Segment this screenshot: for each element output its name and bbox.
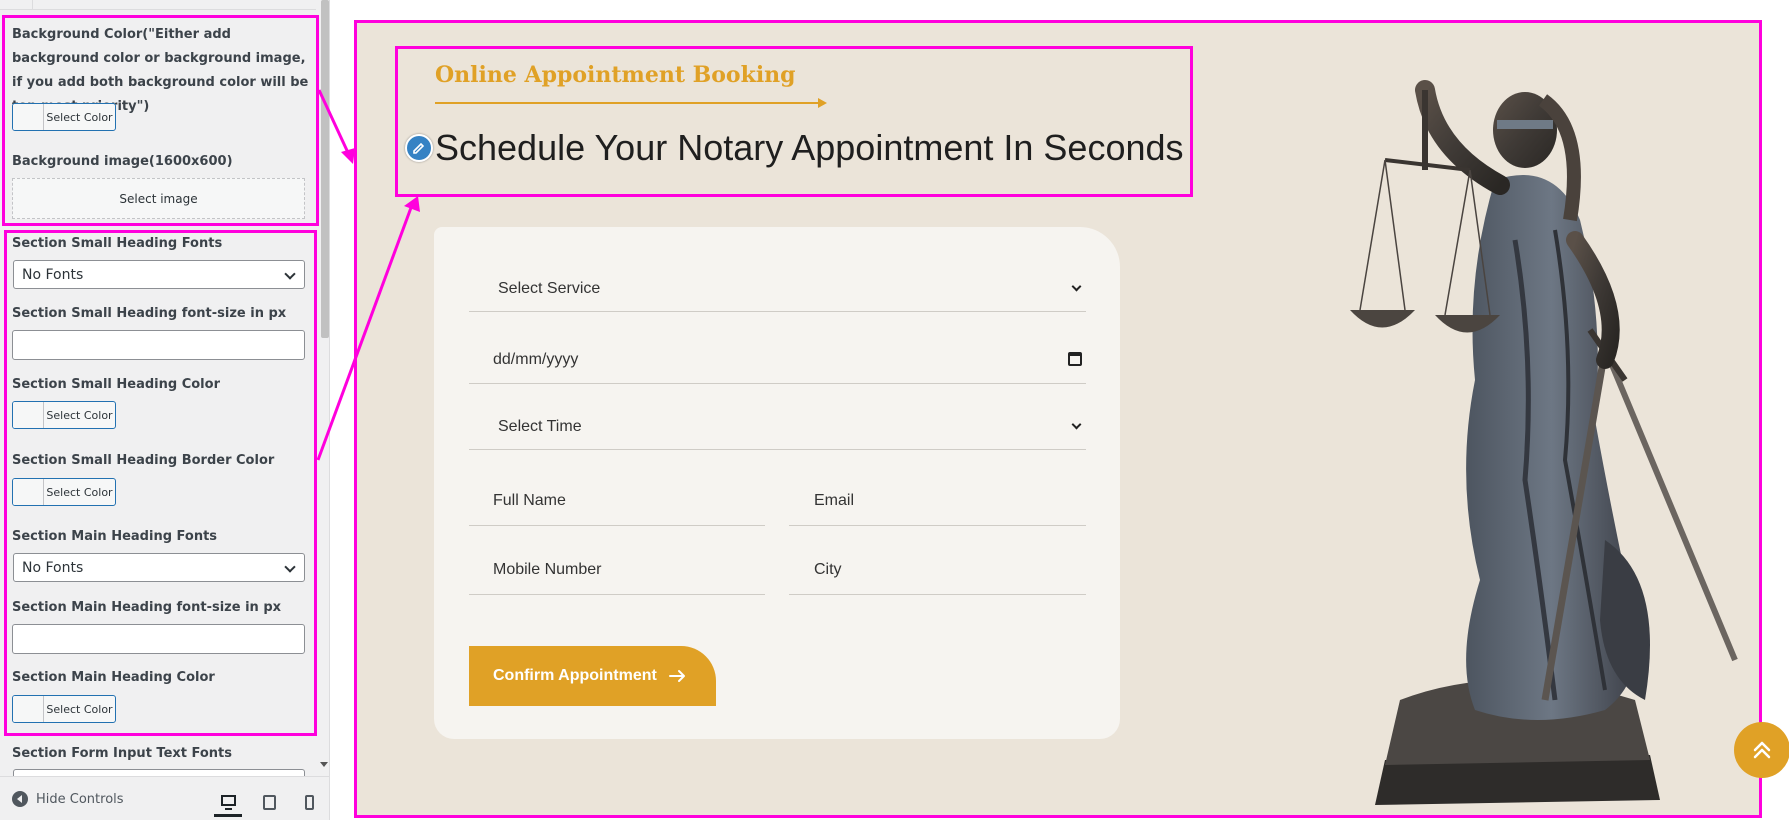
- mobile-preview-button[interactable]: [295, 787, 323, 817]
- main-heading-color-label: Section Main Heading Color: [12, 670, 215, 685]
- email-placeholder: Email: [814, 492, 855, 509]
- lady-justice-statue-image: [1350, 80, 1738, 805]
- small-heading-border-button-label: Select Color: [46, 485, 113, 499]
- bg-color-button[interactable]: Select Color: [12, 103, 116, 131]
- desktop-preview-button[interactable]: [214, 787, 242, 817]
- tablet-preview-button[interactable]: [255, 787, 283, 817]
- small-heading-border-label: Section Small Heading Border Color: [12, 453, 275, 468]
- desktop-icon: [220, 795, 236, 810]
- section-small-heading: Online Appointment Booking: [435, 62, 796, 88]
- bg-image-label: Background image(1600x600): [12, 154, 233, 169]
- form-input-fonts-label: Section Form Input Text Fonts: [12, 746, 233, 761]
- arrow-right-icon: [668, 670, 685, 682]
- city-input[interactable]: City: [789, 546, 1086, 595]
- calendar-icon: [1068, 352, 1082, 366]
- chevron-down-icon: [1071, 419, 1082, 429]
- city-placeholder: City: [814, 561, 842, 578]
- color-swatch: [13, 479, 44, 505]
- bg-color-button-label: Select Color: [46, 110, 113, 124]
- pencil-icon[interactable]: [405, 134, 433, 162]
- small-heading-color-label: Section Small Heading Color: [12, 377, 220, 392]
- sidebar-footer: Hide Controls: [0, 776, 329, 820]
- section-main-heading: Schedule Your Notary Appointment In Seco…: [435, 127, 1184, 168]
- small-heading-fonts-select[interactable]: No Fonts: [13, 260, 305, 289]
- confirm-appointment-button[interactable]: Confirm Appointment: [469, 646, 716, 706]
- back-to-top-button[interactable]: [1734, 722, 1789, 778]
- email-input[interactable]: Email: [789, 477, 1086, 526]
- select-image-button[interactable]: Select image: [12, 178, 305, 219]
- mobile-input[interactable]: Mobile Number: [469, 546, 765, 595]
- full-name-input[interactable]: Full Name: [469, 477, 765, 526]
- main-heading-color-button[interactable]: Select Color: [12, 695, 116, 723]
- confirm-appointment-label: Confirm Appointment: [493, 667, 657, 684]
- hide-controls-label: Hide Controls: [36, 791, 124, 807]
- date-input[interactable]: dd/mm/yyyy: [469, 337, 1086, 384]
- scroll-down-arrow[interactable]: [320, 762, 328, 767]
- main-heading-fonts-value: No Fonts: [22, 559, 84, 576]
- date-input-placeholder: dd/mm/yyyy: [493, 351, 579, 368]
- sidebar-scrollbar-thumb[interactable]: [321, 0, 329, 338]
- time-select-value: Select Time: [498, 417, 582, 435]
- small-heading-fonts-value: No Fonts: [22, 266, 84, 283]
- service-select-value: Select Service: [498, 280, 601, 297]
- customizer-sidebar: Background Color("Either add background …: [0, 0, 330, 820]
- mobile-placeholder: Mobile Number: [493, 561, 602, 578]
- small-heading-fonts-label: Section Small Heading Fonts: [12, 236, 223, 251]
- color-swatch: [13, 402, 44, 428]
- underline-arrow-icon: [818, 98, 827, 108]
- service-select[interactable]: Select Service: [469, 267, 1086, 312]
- small-heading-color-button[interactable]: Select Color: [12, 401, 116, 429]
- chevron-down-icon: [284, 561, 296, 573]
- color-swatch: [13, 104, 44, 130]
- collapse-icon: [12, 791, 28, 807]
- mobile-icon: [304, 794, 314, 810]
- small-heading-underline: [435, 102, 820, 104]
- tablet-icon: [262, 794, 276, 810]
- small-heading-size-input[interactable]: [12, 330, 305, 360]
- chevron-down-icon: [1071, 281, 1082, 292]
- small-heading-size-label: Section Small Heading font-size in px: [12, 306, 287, 321]
- small-heading-border-button[interactable]: Select Color: [12, 478, 116, 506]
- full-name-placeholder: Full Name: [493, 492, 566, 509]
- hide-controls-button[interactable]: Hide Controls: [12, 791, 124, 807]
- sidebar-top-tabs: [0, 0, 316, 10]
- chevron-down-icon: [284, 268, 296, 280]
- main-heading-size-label: Section Main Heading font-size in px: [12, 600, 282, 615]
- color-swatch: [13, 696, 44, 722]
- main-heading-fonts-select[interactable]: No Fonts: [13, 553, 305, 582]
- main-heading-size-input[interactable]: [12, 624, 305, 654]
- main-heading-fonts-label: Section Main Heading Fonts: [12, 529, 218, 544]
- small-heading-color-button-label: Select Color: [46, 408, 113, 422]
- main-heading-color-button-label: Select Color: [46, 702, 113, 716]
- double-chevron-up-icon: [1753, 741, 1771, 759]
- time-select[interactable]: Select Time: [469, 404, 1086, 450]
